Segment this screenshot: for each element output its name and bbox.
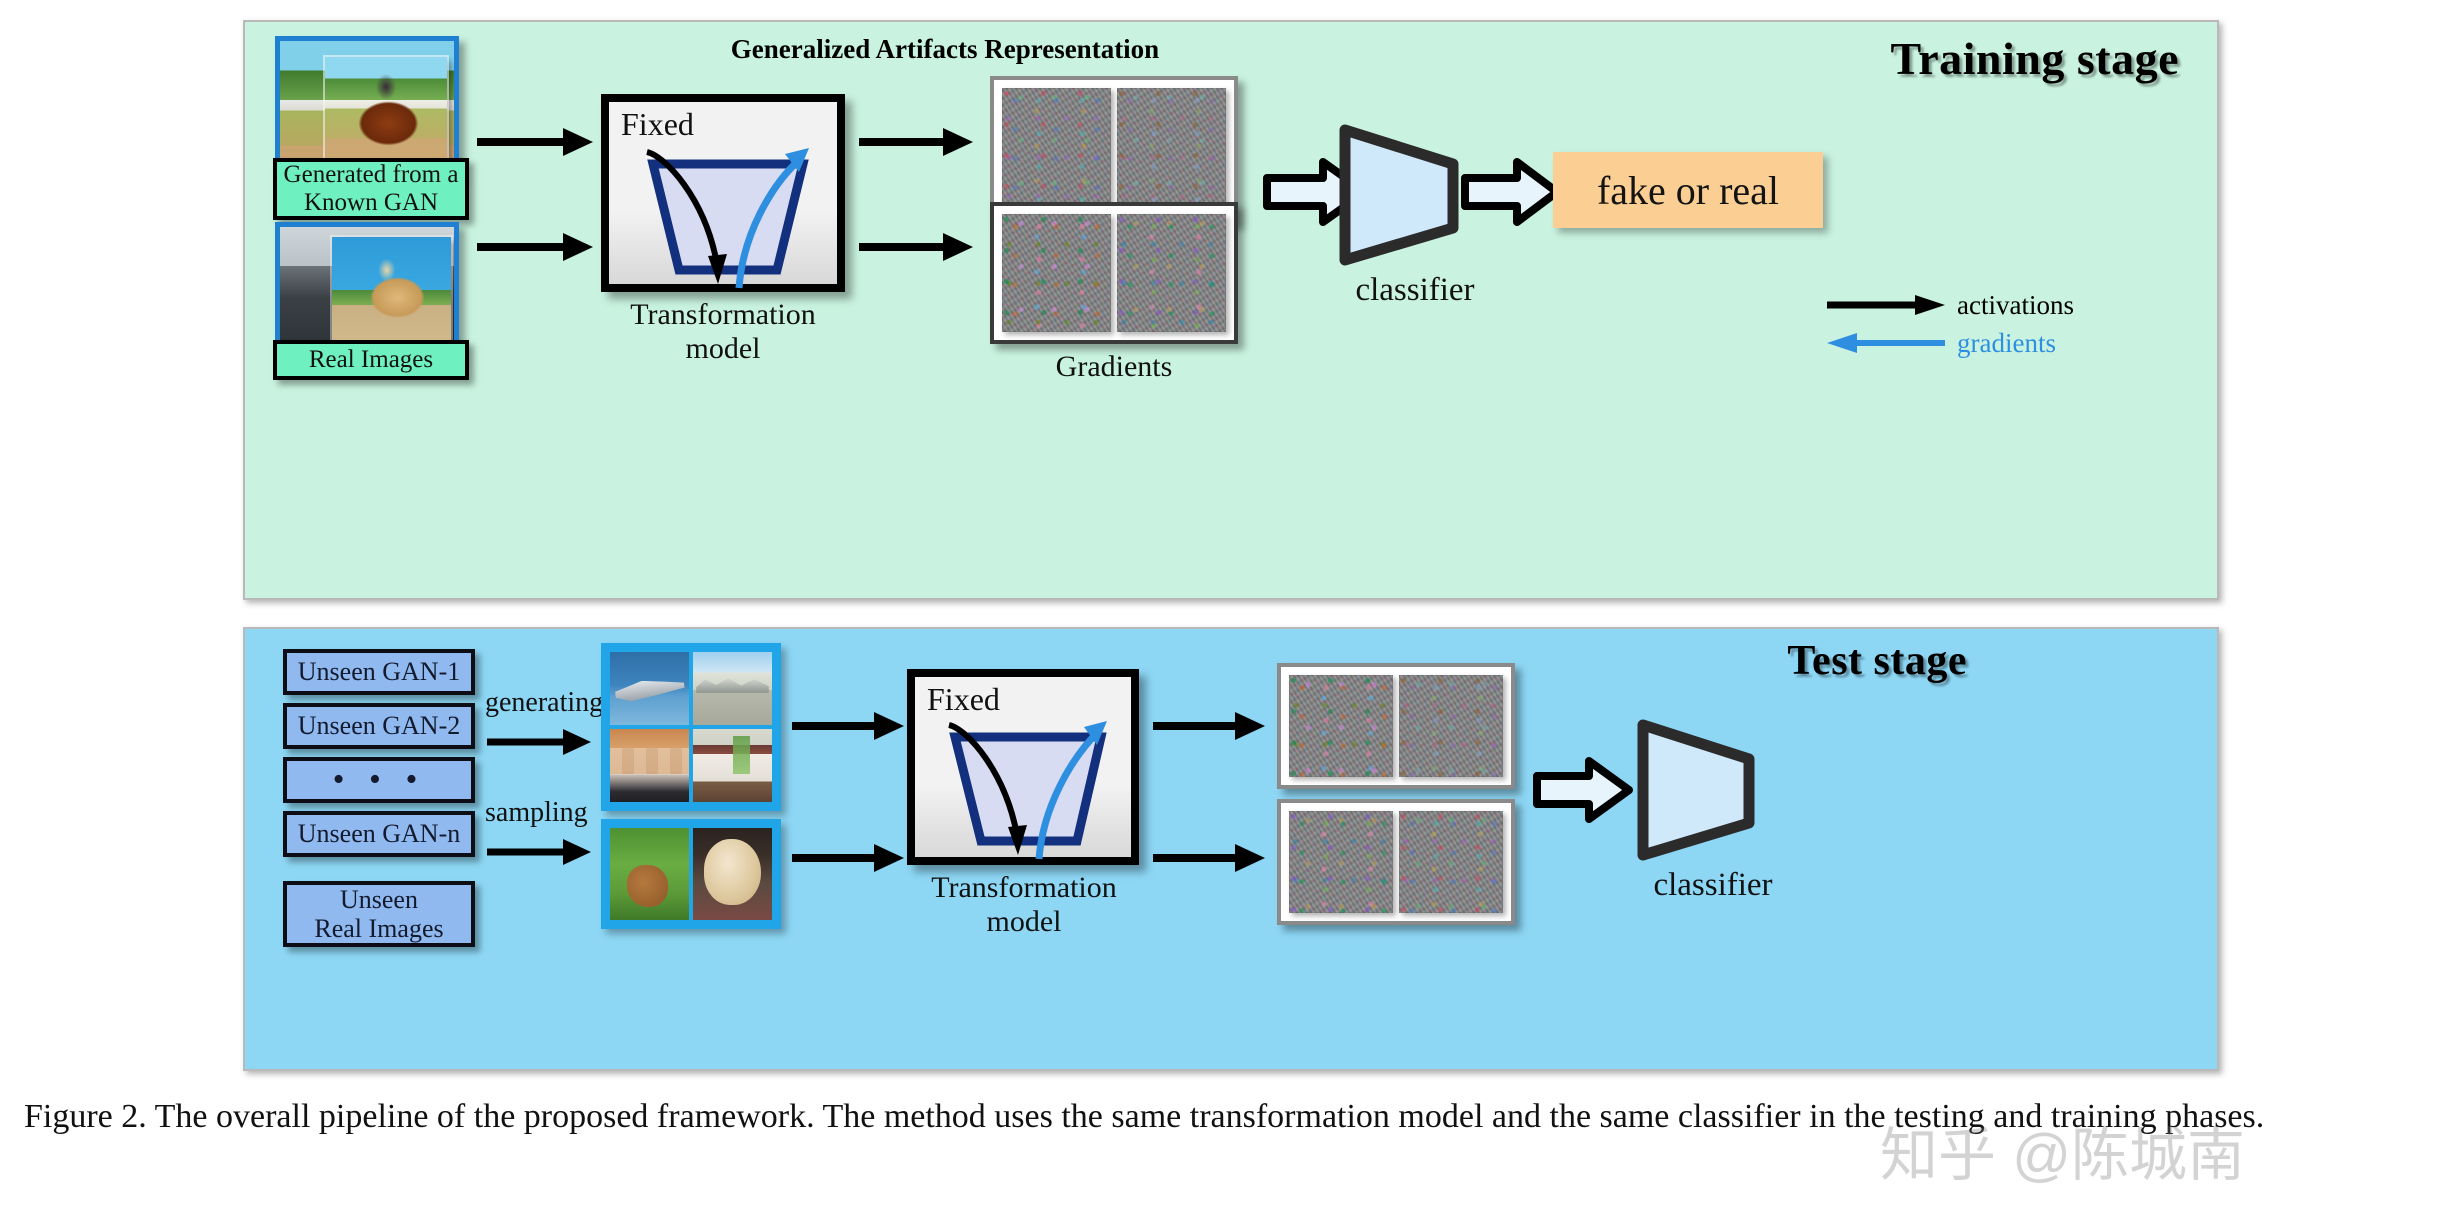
- source-box-gan-2: Unseen GAN-2: [283, 703, 475, 749]
- arrow-right-icon: [1827, 295, 1945, 315]
- classifier-shape: [1637, 719, 1755, 861]
- flow-arrow-icon: [477, 233, 593, 261]
- artifact-tile: [1002, 88, 1111, 212]
- training-stage-title: Training stage: [1890, 33, 2179, 84]
- training-stage-panel: Training stage Generated from a Known GA…: [243, 20, 2219, 600]
- flow-arrow-icon: [1153, 712, 1265, 740]
- legend: activations gradients: [1825, 286, 2074, 362]
- flow-arrow-icon: [792, 844, 904, 872]
- flow-arrow-icon: [792, 712, 904, 740]
- flow-arrow-icon: [859, 128, 973, 156]
- generating-label: generating: [485, 687, 604, 718]
- artifact-tile: [1117, 88, 1226, 212]
- source-box-label: Unseen GAN-2: [297, 711, 461, 741]
- source-box-real-images: Unseen Real Images: [283, 881, 475, 947]
- source-box-gan-n: Unseen GAN-n: [283, 811, 475, 857]
- transformation-model-caption: Transformation model: [630, 298, 816, 365]
- source-box-label: Unseen GAN-1: [297, 657, 461, 687]
- block-arrow-right-icon: [1461, 158, 1561, 226]
- output-badge: fake or real: [1553, 152, 1823, 228]
- figure-root: Training stage Generated from a Known GA…: [0, 0, 2448, 1230]
- generated-image-label-text: Generated from a Known GAN: [283, 161, 459, 216]
- gradients-caption: Gradients: [1055, 350, 1173, 383]
- funnel-icon: [948, 721, 1107, 860]
- output-badge-text: fake or real: [1596, 167, 1780, 213]
- real-image-label-text: Real Images: [308, 346, 434, 373]
- grid-image: [610, 729, 689, 802]
- grid-image: [610, 828, 689, 920]
- artifact-tile: [1399, 675, 1503, 777]
- transformation-model-box: Fixed: [907, 669, 1139, 865]
- block-arrow-right-icon: [1533, 757, 1633, 823]
- arrow-left-icon: [1827, 333, 1945, 353]
- artifact-tile: [1289, 675, 1393, 777]
- flow-arrow-icon: [487, 729, 591, 755]
- flow-arrow-icon: [487, 839, 591, 865]
- source-box-label: Unseen Real Images: [314, 884, 444, 943]
- legend-activations-label: activations: [1957, 289, 2074, 320]
- gradient-tile: [1289, 811, 1393, 913]
- gradient-tile: [1002, 214, 1111, 332]
- test-stage-title: Test stage: [1787, 638, 1967, 684]
- grid-image: [610, 652, 689, 725]
- test-stage-panel: Test stage Unseen GAN-1 Unseen GAN-2 • •…: [243, 627, 2219, 1071]
- source-box-label: Unseen GAN-n: [297, 819, 461, 849]
- grid-image: [693, 652, 772, 725]
- sampling-label: sampling: [485, 797, 588, 828]
- real-image-label: Real Images: [273, 340, 469, 380]
- real-images-grid: [601, 819, 781, 929]
- generated-images-grid: [601, 643, 781, 811]
- classifier-caption: classifier: [1653, 867, 1773, 903]
- grid-image: [693, 729, 772, 802]
- legend-gradients: gradients: [1825, 324, 2074, 362]
- flow-arrow-icon: [859, 233, 973, 261]
- test-gradients-card: [1277, 799, 1515, 925]
- figure-caption: Figure 2. The overall pipeline of the pr…: [24, 1098, 2265, 1135]
- flow-arrow-icon: [1153, 844, 1265, 872]
- grid-image: [693, 828, 772, 920]
- test-artifacts-card: [1277, 663, 1515, 789]
- legend-activations: activations: [1825, 286, 2074, 324]
- transformation-model-caption: Transformation model: [931, 871, 1117, 938]
- gradient-tile: [1117, 214, 1226, 332]
- legend-gradients-label: gradients: [1957, 327, 2056, 358]
- flow-arrow-icon: [477, 128, 593, 156]
- representation-title: Generalized Artifacts Representation: [730, 34, 1160, 64]
- source-box-ellipsis: • • •: [283, 757, 475, 803]
- transformation-model-box: Fixed: [601, 94, 845, 292]
- gradients-card: [990, 202, 1238, 344]
- funnel-icon: [646, 148, 809, 289]
- gradient-tile: [1399, 811, 1503, 913]
- source-box-gan-1: Unseen GAN-1: [283, 649, 475, 695]
- source-box-label: • • •: [332, 760, 426, 798]
- classifier-caption: classifier: [1355, 272, 1475, 308]
- generated-image-label: Generated from a Known GAN: [273, 158, 469, 220]
